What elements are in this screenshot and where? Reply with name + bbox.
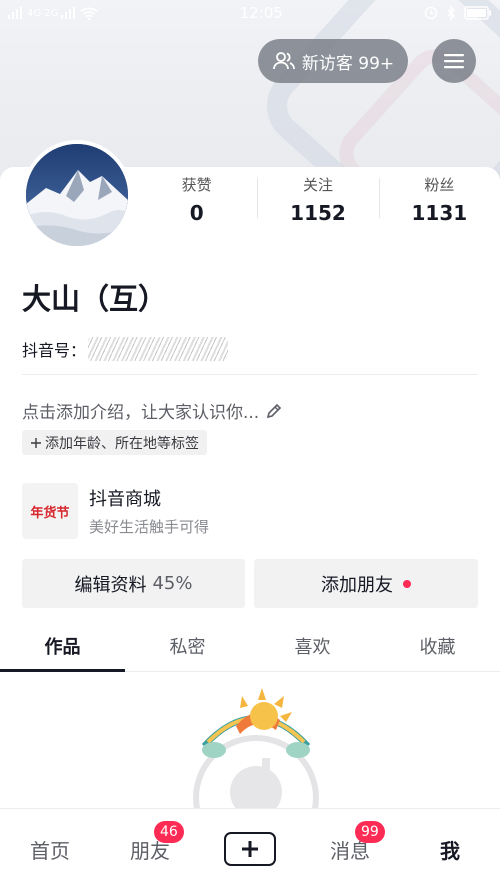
menu-button[interactable] — [432, 39, 476, 83]
nav-home[interactable]: 首页 — [0, 809, 100, 889]
stat-value: 0 — [189, 200, 204, 225]
stat-value: 1152 — [290, 200, 346, 225]
tab-likes[interactable]: 喜欢 — [250, 620, 375, 671]
profile-stats: 获赞 0 关注 1152 粉丝 1131 — [136, 172, 500, 226]
hamburger-icon — [444, 54, 464, 69]
visitors-icon — [272, 52, 295, 70]
stat-label: 获赞 — [181, 175, 212, 194]
edit-profile-button[interactable]: 编辑资料 45% — [22, 559, 245, 608]
stat-followers[interactable]: 粉丝 1131 — [378, 172, 500, 226]
stat-label: 关注 — [302, 175, 333, 194]
mall-subtitle: 美好生活触手可得 — [89, 518, 210, 536]
tab-works[interactable]: 作品 — [0, 620, 125, 672]
nav-friends[interactable]: 朋友 46 — [100, 809, 200, 889]
stat-following[interactable]: 关注 1152 — [257, 172, 378, 226]
add-friend-label: 添加朋友 — [321, 574, 393, 596]
bio-placeholder[interactable]: 点击添加介绍，让大家认识你... — [22, 398, 283, 423]
nav-me[interactable]: 我 — [400, 809, 500, 889]
notification-dot — [403, 579, 411, 588]
tab-private[interactable]: 私密 — [125, 620, 250, 671]
alarm-icon — [424, 6, 438, 20]
profile-name: 大山（互） — [22, 282, 168, 316]
add-friend-button[interactable]: 添加朋友 — [254, 559, 478, 608]
nav-me-label: 我 — [440, 838, 460, 863]
new-visitors-button[interactable]: 新访客 99+ — [258, 39, 408, 83]
signal-icon — [61, 7, 76, 19]
profile-completion: 45% — [152, 573, 193, 594]
mall-logo-text: 年货节 — [30, 505, 70, 521]
edit-pencil-icon — [267, 403, 282, 418]
redacted-id — [88, 337, 229, 361]
plus-icon — [242, 841, 258, 857]
signal-icon — [8, 7, 22, 19]
add-tags-label: 添加年龄、所在地等标签 — [45, 435, 199, 452]
avatar[interactable] — [22, 140, 132, 250]
content-tabs: 作品 私密 喜欢 收藏 — [0, 620, 500, 672]
tab-favorites[interactable]: 收藏 — [375, 620, 500, 671]
messages-badge: 99 — [355, 820, 385, 843]
signal-indicators: 4G 2G — [8, 7, 99, 20]
signal-text: 4G 2G — [27, 7, 59, 19]
bottom-navigation: 首页 朋友 46 消息 99 我 — [0, 808, 500, 889]
plus-icon — [31, 437, 41, 448]
system-indicators — [424, 6, 492, 20]
status-bar: 4G 2G 12:05 — [0, 0, 500, 26]
douyin-id-label: 抖音号： — [22, 341, 87, 360]
douyin-mall-entry[interactable]: 年货节 抖音商城 美好生活触手可得 — [22, 483, 478, 539]
bio-text: 点击添加介绍，让大家认识你... — [22, 403, 260, 423]
visitors-label: 新访客 99+ — [301, 53, 395, 74]
avatar-image — [26, 144, 128, 246]
battery-icon — [464, 6, 491, 20]
edit-profile-label: 编辑资料 — [74, 574, 147, 596]
clock: 12:05 — [239, 4, 283, 22]
nav-home-label: 首页 — [30, 838, 70, 863]
nav-messages[interactable]: 消息 99 — [300, 809, 400, 889]
stat-label: 粉丝 — [424, 175, 455, 194]
friends-badge: 46 — [154, 820, 184, 843]
stat-value: 1131 — [411, 200, 468, 225]
add-tags-button[interactable]: 添加年龄、所在地等标签 — [22, 430, 207, 455]
wifi-icon — [80, 7, 99, 20]
mall-title: 抖音商城 — [89, 489, 161, 510]
create-plus-icon — [224, 832, 276, 866]
mall-logo: 年货节 — [22, 483, 78, 539]
douyin-id[interactable]: 抖音号： — [22, 337, 229, 361]
divider — [22, 374, 478, 375]
stat-likes[interactable]: 获赞 0 — [136, 172, 257, 226]
nav-create[interactable] — [200, 809, 300, 889]
bluetooth-icon — [447, 6, 455, 20]
empty-state-illustration — [193, 688, 319, 810]
